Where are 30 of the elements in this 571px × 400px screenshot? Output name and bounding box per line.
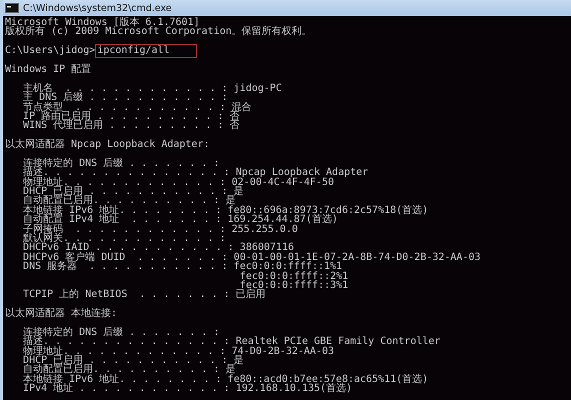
console-line: 连接特定的 DNS 后缀 . . . . . . . : <box>22 158 220 168</box>
console-line: IP 路由已启用 . . . . . . . . . . : 否 <box>22 112 240 122</box>
console-line: 以太网适配器 本地连接: <box>5 309 118 318</box>
console-line: DHCP 已启用 . . . . . . . . . . . : 是 <box>22 356 245 366</box>
console-line: 以太网适配器 Npcap Loopback Adapter: <box>5 140 210 150</box>
console-line: 自动配置已启用. . . . . . . . . . : 是 <box>22 365 236 375</box>
console-icon <box>5 3 19 13</box>
prompt-text: C:\Users\jidog> <box>5 46 96 56</box>
console-line: 节点类型 . . . . . . . . . . . . : 混合 <box>22 102 253 112</box>
console-line: 本地链接 IPv6 地址. . . . . . . . : fe80::696a:8973:7cd6:2c57%18(首选) <box>22 206 430 216</box>
command-text: ipconfig/all <box>95 44 197 58</box>
console-line: WINS 代理已启用 . . . . . . . . . : 否 <box>22 121 241 131</box>
console-line: 主 DNS 后缀 . . . . . . . . . . . : <box>22 93 229 103</box>
console-line: 子网掩码 . . . . . . . . . . . . : 255.255.0.0 <box>22 224 299 234</box>
console-line: IPv4 地址 . . . . . . . . . . . . : 192.168.10.135(首选) <box>22 384 352 394</box>
console-line: TCPIP 上的 NetBIOS . . . . . . . : 已启用 <box>22 290 267 300</box>
console-line: DNS 服务器 . . . . . . . . . . . : fec0:0:0:ffff::1%1 <box>22 262 342 272</box>
console-line: DHCPv6 IAID . . . . . . . . . . . : 386007116 <box>22 243 294 253</box>
console-line: 连接特定的 DNS 后缀 . . . . . . . : <box>22 328 220 338</box>
console-line: fec0:0:0:ffff::2%1 <box>238 272 350 281</box>
console-line: Windows IP 配置 <box>5 64 92 74</box>
console-line: 描述. . . . . . . . . . . . . . . : Realtek PCIe GBE Family Controller <box>22 337 442 347</box>
console-line: 描述. . . . . . . . . . . . . . . : Npcap Loopback Adapter <box>22 168 370 178</box>
console-line: 自动配置 IPv4 地址 . . . . . . . : 169.254.44.87(首选) <box>22 215 338 225</box>
console-line: DHCPv6 客户端 DUID . . . . . . . : 00-01-00-01-1E-07-2A-8B-74-D0-2B-32-AA-03 <box>22 252 482 262</box>
console-line: 默认网关. . . . . . . . . . . . . : <box>22 234 227 244</box>
console-line: 自动配置已启用. . . . . . . . . . : 是 <box>22 196 236 206</box>
console-line: DHCP 已启用 . . . . . . . . . . . : 是 <box>22 187 245 196</box>
window-title: C:\Windows\system32\cmd.exe <box>23 2 172 14</box>
console-line: 版权所有 (c) 2009 Microsoft Corporation。保留所有权利。 <box>5 27 313 37</box>
